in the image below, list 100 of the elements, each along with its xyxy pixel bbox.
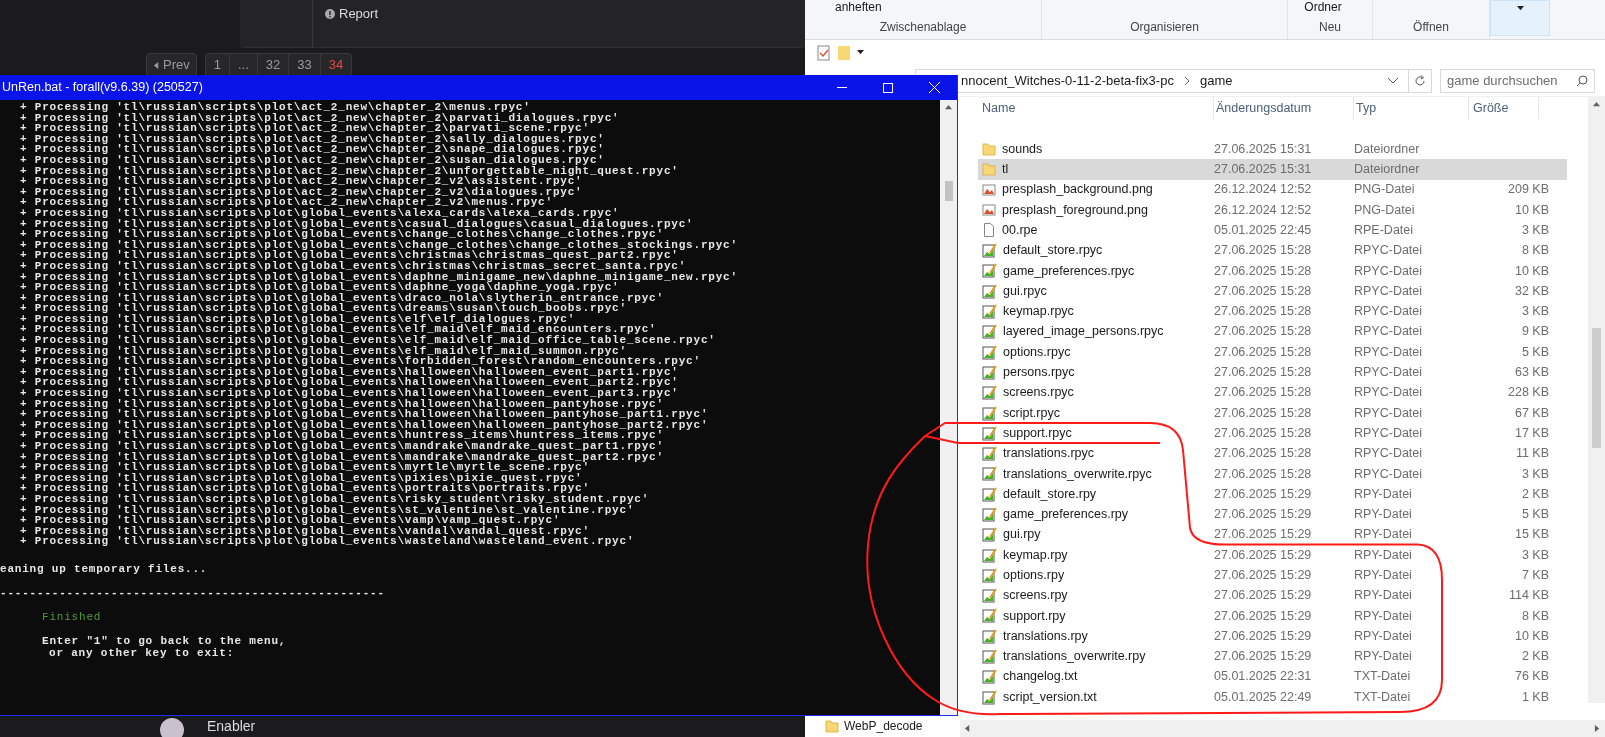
ribbon-label[interactable]: Ordner [1304,0,1342,14]
file-size: 5 KB [1521,344,1549,359]
breadcrumb[interactable]: nnocent_Witches-0-11-2-beta-fix3-pc [961,70,1174,91]
column-header[interactable]: Name [960,97,1214,119]
notepad-pencil-icon [982,628,997,644]
notepad-pencil-icon [982,588,997,604]
file-name: game_preferences.rpy [1003,506,1129,524]
file-name: sounds [1002,140,1043,158]
scrollbar-thumb[interactable] [1592,328,1601,448]
console-line: + Processing 'tl\russian\scripts\plot\global_events\portraits\portraits.rpyc' [19,483,590,494]
notepad-pencil-icon [982,243,997,259]
console-line: + Processing 'tl\russian\scripts\plot\global_events\pixies\pixie_quest.rpyc' [19,472,583,484]
file-date: 27.06.2025 15:28 [1214,242,1313,260]
column-header[interactable]: Größe [1469,97,1539,119]
file-row[interactable]: default_store.rpy 27.06.2025 15:29 RPY-Datei 2 KB [978,484,1567,505]
file-row[interactable]: options.rpyc 27.06.2025 15:28 RPYC-Datei 5 KB [978,341,1567,363]
file-name: screens.rpy [1003,587,1068,605]
file-row[interactable]: presplash_background.png 26.12.2024 12:52 PNG-Datei 209 KB [978,179,1567,200]
file-row[interactable]: options.rpy 27.06.2025 15:29 RPY-Datei 7 KB [978,565,1567,586]
file-type: RPYC-Datei [1354,262,1424,280]
file-size: 76 KB [1514,669,1549,684]
file-row[interactable]: translations.rpy 27.06.2025 15:29 RPY-Datei 10 KB [978,626,1567,647]
file-type: RPY-Datei [1354,607,1413,625]
file-row[interactable]: support.rpy 27.06.2025 15:29 RPY-Datei 8 KB [978,605,1567,627]
file-date: 27.06.2025 15:29 [1214,607,1313,625]
file-size: 10 KB [1514,263,1549,278]
search-field[interactable]: game durchsuchen [1440,68,1595,93]
console-line: + Processing 'tl\russian\scripts\plot\global_events\dreams\susan\touch_boobs.rpyc' [19,303,627,314]
file-type: RPYC-Datei [1354,364,1424,382]
scroll-right-icon [1594,725,1601,732]
file-row[interactable]: persons.rpyc 27.06.2025 15:28 RPYC-Datei 63 KB [978,362,1567,383]
console-line: + Processing 'tl\russian\scripts\plot\act_2_new\chapter_2\parvati_dialogues.rpyc' [19,112,620,124]
file-row[interactable]: script_version.txt 05.01.2025 22:49 TXT-Datei 1 KB [978,687,1567,708]
file-row[interactable]: screens.rpyc 27.06.2025 15:28 RPYC-Datei 228 KB [978,382,1567,403]
prompt-text: or any other key to exit: [48,646,235,659]
image-file-icon [982,182,996,197]
file-name: translations_overwrite.rpy [1003,648,1146,666]
file-date: 27.06.2025 15:29 [1214,485,1313,503]
file-type: RPYC-Datei [1354,384,1424,402]
file-type: RPYC-Datei [1354,303,1424,321]
file-date: 26.12.2024 12:52 [1214,181,1313,199]
file-row[interactable]: layered_image_persons.rpyc 27.06.2025 15:28 RPYC-Datei 9 KB [978,321,1567,342]
caret-icon [857,49,864,56]
file-row[interactable]: changelog.txt 05.01.2025 22:31 TXT-Datei 76 KB [978,666,1567,687]
breadcrumb[interactable]: game [1199,70,1233,91]
ribbon-label[interactable]: anheften [835,0,1011,14]
file-row[interactable]: gui.rpyc 27.06.2025 15:28 RPYC-Datei 32 KB [978,281,1567,302]
file-size: 3 KB [1521,547,1549,562]
file-row[interactable]: keymap.rpyc 27.06.2025 15:28 RPYC-Datei 3 KB [978,301,1567,322]
console-line: + Processing 'tl\russian\scripts\plot\global_events\casual_dialogues\casual_dialogues.rpyc' [19,218,694,230]
page-button[interactable]: 1 [205,54,229,76]
console-line: + Processing 'tl\russian\scripts\plot\global_events\change_clothes\change_clothes_stockings.rpyc' [19,239,738,251]
file-size: 2 KB [1521,649,1549,664]
chevron-down-icon [1388,77,1398,84]
file-row[interactable]: translations_overwrite.rpy 27.06.2025 15:29 RPY-Datei 2 KB [978,646,1567,667]
console-line: + Processing 'tl\russian\scripts\plot\global_events\halloween\halloween_event_part3.rpyc' [19,388,679,399]
prev-page-button[interactable]: Prev [146,53,197,77]
file-row[interactable]: screens.rpy 27.06.2025 15:29 RPY-Datei 114 KB [978,585,1567,606]
file-name: translations.rpy [1003,627,1088,645]
file-row[interactable]: support.rpyc 27.06.2025 15:28 RPYC-Datei 17 KB [978,423,1567,444]
file-row[interactable]: presplash_foreground.png 26.12.2024 12:52 PNG-Datei 10 KB [978,199,1567,221]
console-line: + Processing 'tl\russian\scripts\plot\act_2_new\chapter_2\snape_dialogues.rpyc' [19,144,605,155]
console-line: + Processing 'tl\russian\scripts\plot\global_events\halloween\halloween_pantyhose.rpyc' [19,398,664,410]
file-size: 11 KB [1515,446,1549,461]
scrollbar-thumb[interactable] [944,181,953,201]
file-row[interactable]: translations_overwrite.rpyc 27.06.2025 15:28 RPYC-Datei 3 KB [978,463,1567,485]
file-name: persons.rpyc [1003,364,1075,382]
console-line: + Processing 'tl\russian\scripts\plot\global_events\forbidden_forest\random_encounters.rpyc' [19,356,701,367]
file-row[interactable]: game_preferences.rpyc 27.06.2025 15:28 RPYC-Datei 10 KB [978,260,1567,282]
nav-item[interactable]: WebP_decode [805,717,960,735]
notepad-pencil-icon [982,649,997,665]
chevron-right-icon [1183,76,1190,85]
file-row[interactable]: translations.rpyc 27.06.2025 15:28 RPYC-Datei 11 KB [978,443,1567,464]
column-header[interactable]: Änderungsdatum [1214,97,1354,119]
file-row[interactable]: default_store.rpyc 27.06.2025 15:28 RPYC-Datei 8 KB [978,240,1567,261]
file-row[interactable]: 00.rpe 05.01.2025 22:45 RPE-Datei 3 KB [978,220,1567,241]
report-link[interactable]: Report [325,4,379,24]
file-size: 9 KB [1521,324,1549,339]
console-line: + Processing 'tl\russian\scripts\plot\global_events\elf_maid\elf_maid_summon.rpyc' [19,345,627,357]
file-date: 27.06.2025 15:28 [1214,343,1313,361]
file-size: 3 KB [1521,466,1549,481]
ribbon-dropdown-button[interactable] [1490,0,1550,36]
file-type: RPY-Datei [1354,567,1413,584]
scroll-up-icon [1593,101,1600,108]
notepad-pencil-icon [982,283,997,299]
file-date: 27.06.2025 15:28 [1214,364,1313,382]
column-header[interactable]: Typ [1354,97,1469,119]
notepad-pencil-icon [982,324,997,340]
file-name: support.rpyc [1003,424,1072,442]
file-row[interactable]: sounds 27.06.2025 15:31 Dateiordner [978,139,1567,160]
console-line: + Processing 'tl\russian\scripts\plot\global_events\elf_maid\elf_maid_office_table_scene.rpyc' [19,335,716,346]
refresh-icon [1414,74,1426,87]
file-row[interactable]: game_preferences.rpy 27.06.2025 15:29 RPY-Datei 5 KB [978,504,1567,525]
file-row[interactable]: tl 27.06.2025 15:31 Dateiordner [978,159,1567,180]
file-row[interactable]: gui.rpy 27.06.2025 15:29 RPY-Datei 15 KB [978,524,1567,545]
document-icon [982,223,996,238]
file-row[interactable]: keymap.rpy 27.06.2025 15:29 RPY-Datei 3 KB [978,544,1567,566]
file-row[interactable]: script.rpyc 27.06.2025 15:28 RPYC-Datei 67 KB [978,402,1567,424]
file-name: script_version.txt [1003,688,1097,706]
file-size: 5 KB [1521,507,1549,522]
